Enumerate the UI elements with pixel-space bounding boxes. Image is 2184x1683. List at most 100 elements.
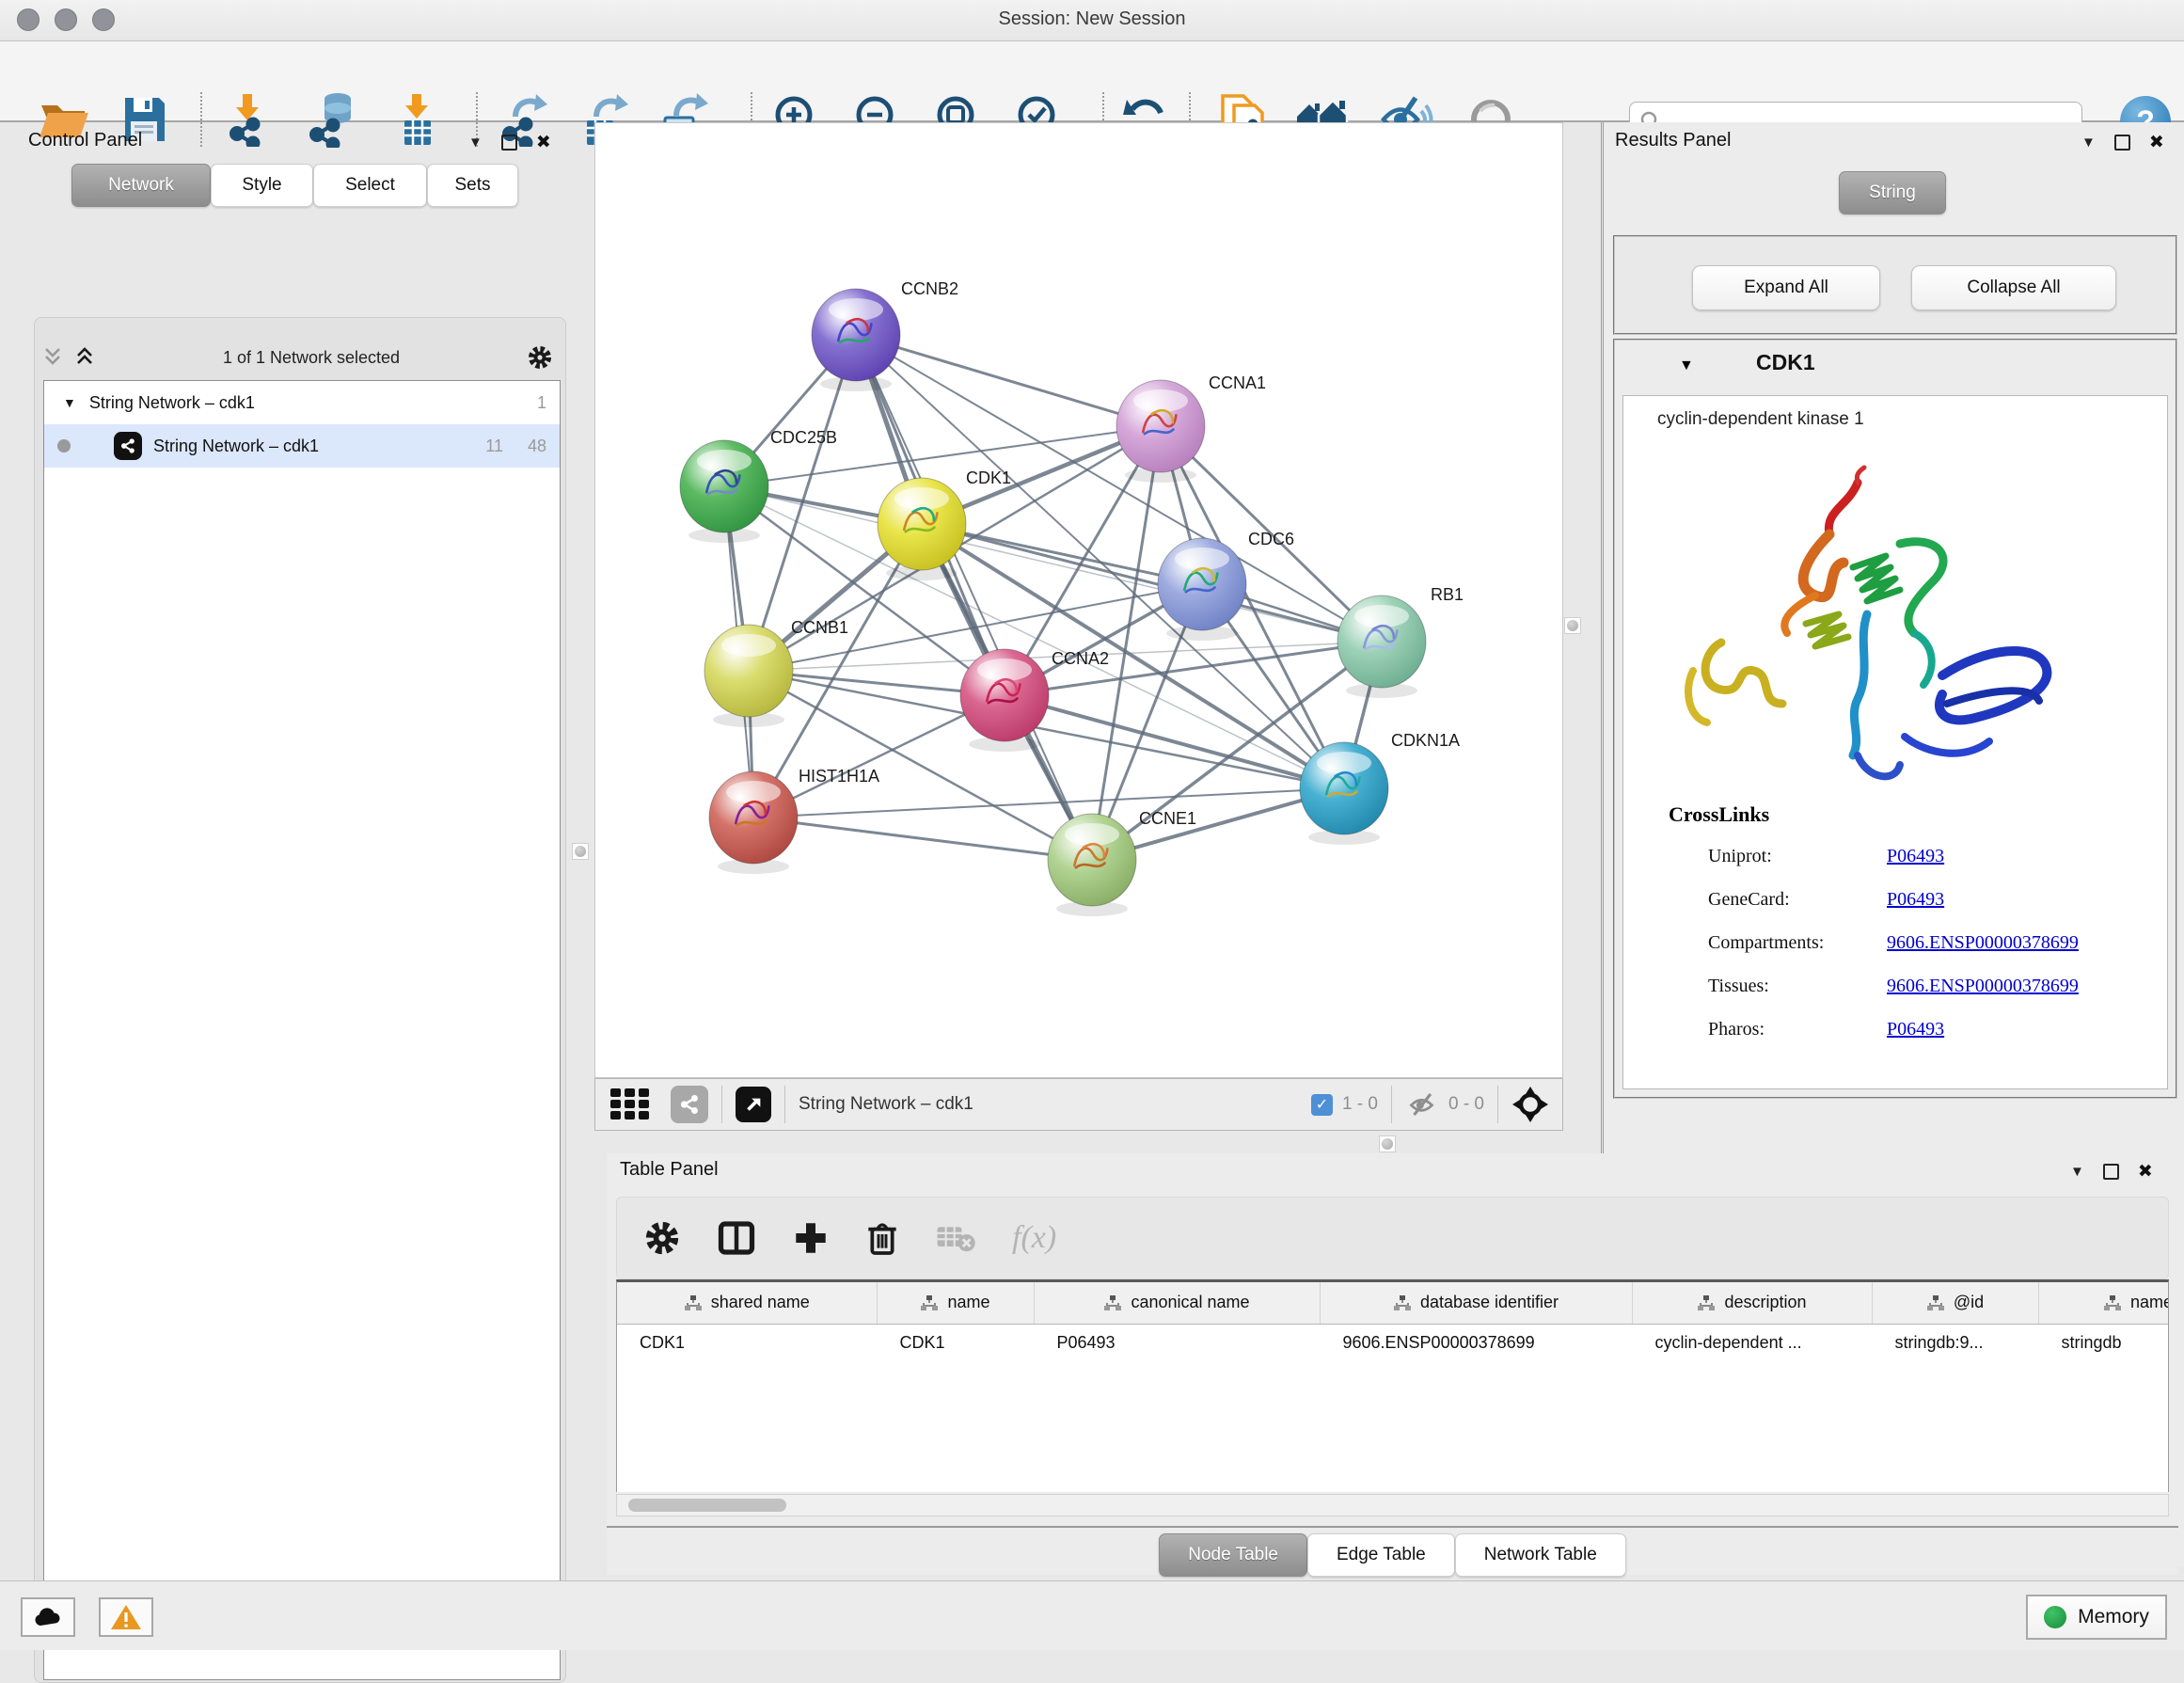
network-options-gear-icon[interactable] (527, 344, 553, 371)
tab-string[interactable]: String (1839, 171, 1946, 214)
divider (1391, 1086, 1392, 1123)
delete-column-icon[interactable] (865, 1219, 899, 1257)
tab-select[interactable]: Select (313, 164, 427, 207)
table-panel-minimize-icon[interactable]: ▼ (2070, 1164, 2084, 1180)
warnings-button[interactable] (99, 1597, 153, 1637)
column-type-icon (2103, 1294, 2122, 1311)
network-canvas[interactable]: CCNB2CCNA1CDC25BCDK1CDC6RB1CCNB1CCNA2CDK… (594, 122, 1563, 1078)
network-node-HIST1H1A[interactable] (709, 771, 798, 874)
table-horizontal-scrollbar[interactable] (616, 1494, 2169, 1516)
results-panel-float-icon[interactable] (2114, 135, 2130, 151)
collection-expand-icon[interactable]: ▼ (63, 395, 76, 410)
crosslink-link[interactable]: 9606.ENSP00000378699 (1887, 932, 2079, 954)
expand-all-networks-icon[interactable] (41, 345, 64, 370)
memory-button[interactable]: Memory (2026, 1595, 2167, 1640)
network-collection-row[interactable]: ▼ String Network – cdk1 1 (44, 381, 560, 424)
column-header-name[interactable]: name (877, 1282, 1034, 1324)
grid-view-icon[interactable] (609, 1087, 654, 1122)
table-cell[interactable]: P06493 (1034, 1324, 1320, 1361)
results-panel-title: Results Panel (1615, 130, 1731, 151)
selected-checkbox-icon[interactable]: ✓ (1311, 1094, 1333, 1116)
crosslink-link[interactable]: P06493 (1887, 889, 1944, 911)
network-row[interactable]: String Network – cdk1 11 48 (44, 424, 560, 468)
tab-node-table[interactable]: Node Table (1159, 1533, 1307, 1577)
node-label-CCNA1: CCNA1 (1209, 373, 1266, 392)
control-panel-float-icon[interactable] (501, 135, 517, 151)
node-table[interactable]: shared name namecanonical namedatabase id… (616, 1279, 2169, 1492)
table-header-row[interactable]: shared name namecanonical namedatabase id… (617, 1282, 2169, 1324)
table-cell[interactable]: CDK1 (877, 1324, 1034, 1361)
control-panel-close-icon[interactable]: ✖ (536, 132, 551, 153)
column-header-shared-name[interactable]: shared name (617, 1282, 877, 1324)
table-row[interactable]: CDK1CDK1P064939606.ENSP00000378699cyclin… (617, 1324, 2169, 1361)
node-label-CDC6: CDC6 (1248, 530, 1294, 548)
crosslink-row: Pharos:P06493 (1708, 1019, 2150, 1040)
column-header-description[interactable]: description (1632, 1282, 1872, 1324)
crosslink-link[interactable]: P06493 (1887, 846, 1944, 867)
tab-edge-table[interactable]: Edge Table (1307, 1533, 1455, 1577)
node-label-RB1: RB1 (1431, 585, 1464, 604)
main-toolbar: ? (0, 41, 2184, 122)
table-cell[interactable]: CDK1 (617, 1324, 877, 1361)
bottom-splitter-handle[interactable] (1379, 1135, 1396, 1152)
node-label-CCNA2: CCNA2 (1052, 649, 1109, 668)
table-cell[interactable]: cyclin-dependent ... (1632, 1324, 1872, 1361)
network-node-CCNE1[interactable] (1048, 814, 1136, 916)
tab-sets[interactable]: Sets (427, 164, 518, 207)
left-splitter-handle[interactable] (572, 843, 589, 860)
table-cell[interactable]: stringdb (2038, 1324, 2169, 1361)
protein-card: cyclin-dependent kinase 1 (1622, 395, 2168, 1089)
table-cell[interactable]: 9606.ENSP00000378699 (1320, 1324, 1632, 1361)
table-options-gear-icon[interactable] (643, 1219, 681, 1257)
protein-collapse-icon[interactable]: ▼ (1679, 357, 1694, 374)
results-panel-minimize-icon[interactable]: ▼ (2081, 135, 2096, 151)
network-node-CCNB1[interactable] (704, 625, 793, 727)
crosslink-link[interactable]: 9606.ENSP00000378699 (1887, 976, 2079, 997)
collapse-all-networks-icon[interactable] (73, 345, 96, 370)
column-header-namespace[interactable]: namespace (2038, 1282, 2169, 1324)
table-cell[interactable]: stringdb:9... (1872, 1324, 2038, 1361)
collection-count: 1 (537, 393, 546, 413)
table-panel-close-icon[interactable]: ✖ (2138, 1161, 2153, 1183)
network-badge-icon[interactable] (671, 1086, 708, 1123)
network-node-RB1[interactable] (1337, 595, 1426, 698)
tab-network[interactable]: Network (71, 164, 211, 207)
edge-CCNA1-CCNE1[interactable] (1092, 426, 1161, 860)
results-panel-close-icon[interactable]: ✖ (2149, 132, 2164, 153)
edge-HIST1H1A-CCNE1[interactable] (753, 818, 1092, 860)
network-node-CDKN1A[interactable] (1300, 742, 1388, 845)
delete-table-icon (935, 1221, 976, 1255)
open-in-window-icon[interactable] (736, 1087, 771, 1122)
cloud-status-button[interactable] (21, 1597, 75, 1637)
collapse-all-button[interactable]: Collapse All (1911, 265, 2116, 310)
string-network-graph[interactable]: CCNB2CCNA1CDC25BCDK1CDC6RB1CCNB1CCNA2CDK… (595, 123, 1562, 1077)
table-panel-float-icon[interactable] (2103, 1164, 2119, 1180)
crosslinks-heading: CrossLinks (1669, 802, 1769, 827)
edge-CCNB2-CCNA1[interactable] (856, 335, 1161, 426)
right-splitter-handle[interactable] (1564, 617, 1581, 634)
results-actions-box: Expand All Collapse All (1613, 235, 2177, 335)
tab-style[interactable]: Style (211, 164, 313, 207)
network-node-CCNA1[interactable] (1116, 380, 1205, 483)
network-node-CDC6[interactable] (1158, 538, 1246, 641)
expand-all-button[interactable]: Expand All (1692, 265, 1880, 310)
crosslink-link[interactable]: P06493 (1887, 1019, 1944, 1040)
control-panel-minimize-icon[interactable]: ▼ (468, 135, 483, 151)
edge-CCNB2-CCNE1[interactable] (856, 335, 1092, 860)
network-node-CDC25B[interactable] (680, 440, 768, 543)
network-node-CCNB2[interactable] (812, 289, 900, 391)
network-view-dot-icon (57, 439, 71, 453)
create-column-icon[interactable] (792, 1219, 830, 1257)
column-header-database-identifier[interactable]: database identifier (1320, 1282, 1632, 1324)
column-header-label: shared name (711, 1293, 810, 1312)
show-columns-icon[interactable] (717, 1219, 756, 1257)
network-node-CDK1[interactable] (878, 478, 966, 580)
scrollbar-thumb[interactable] (628, 1499, 786, 1512)
column-header--id[interactable]: @id (1872, 1282, 2038, 1324)
column-type-icon (1393, 1294, 1412, 1311)
birds-eye-view-icon[interactable] (1511, 1086, 1549, 1123)
network-view-toolbar: String Network – cdk1 ✓ 1 - 0 0 - 0 (594, 1078, 1563, 1131)
tab-network-table[interactable]: Network Table (1455, 1533, 1626, 1577)
column-header-canonical-name[interactable]: canonical name (1034, 1282, 1320, 1324)
column-header-label: namespace (2130, 1293, 2169, 1312)
